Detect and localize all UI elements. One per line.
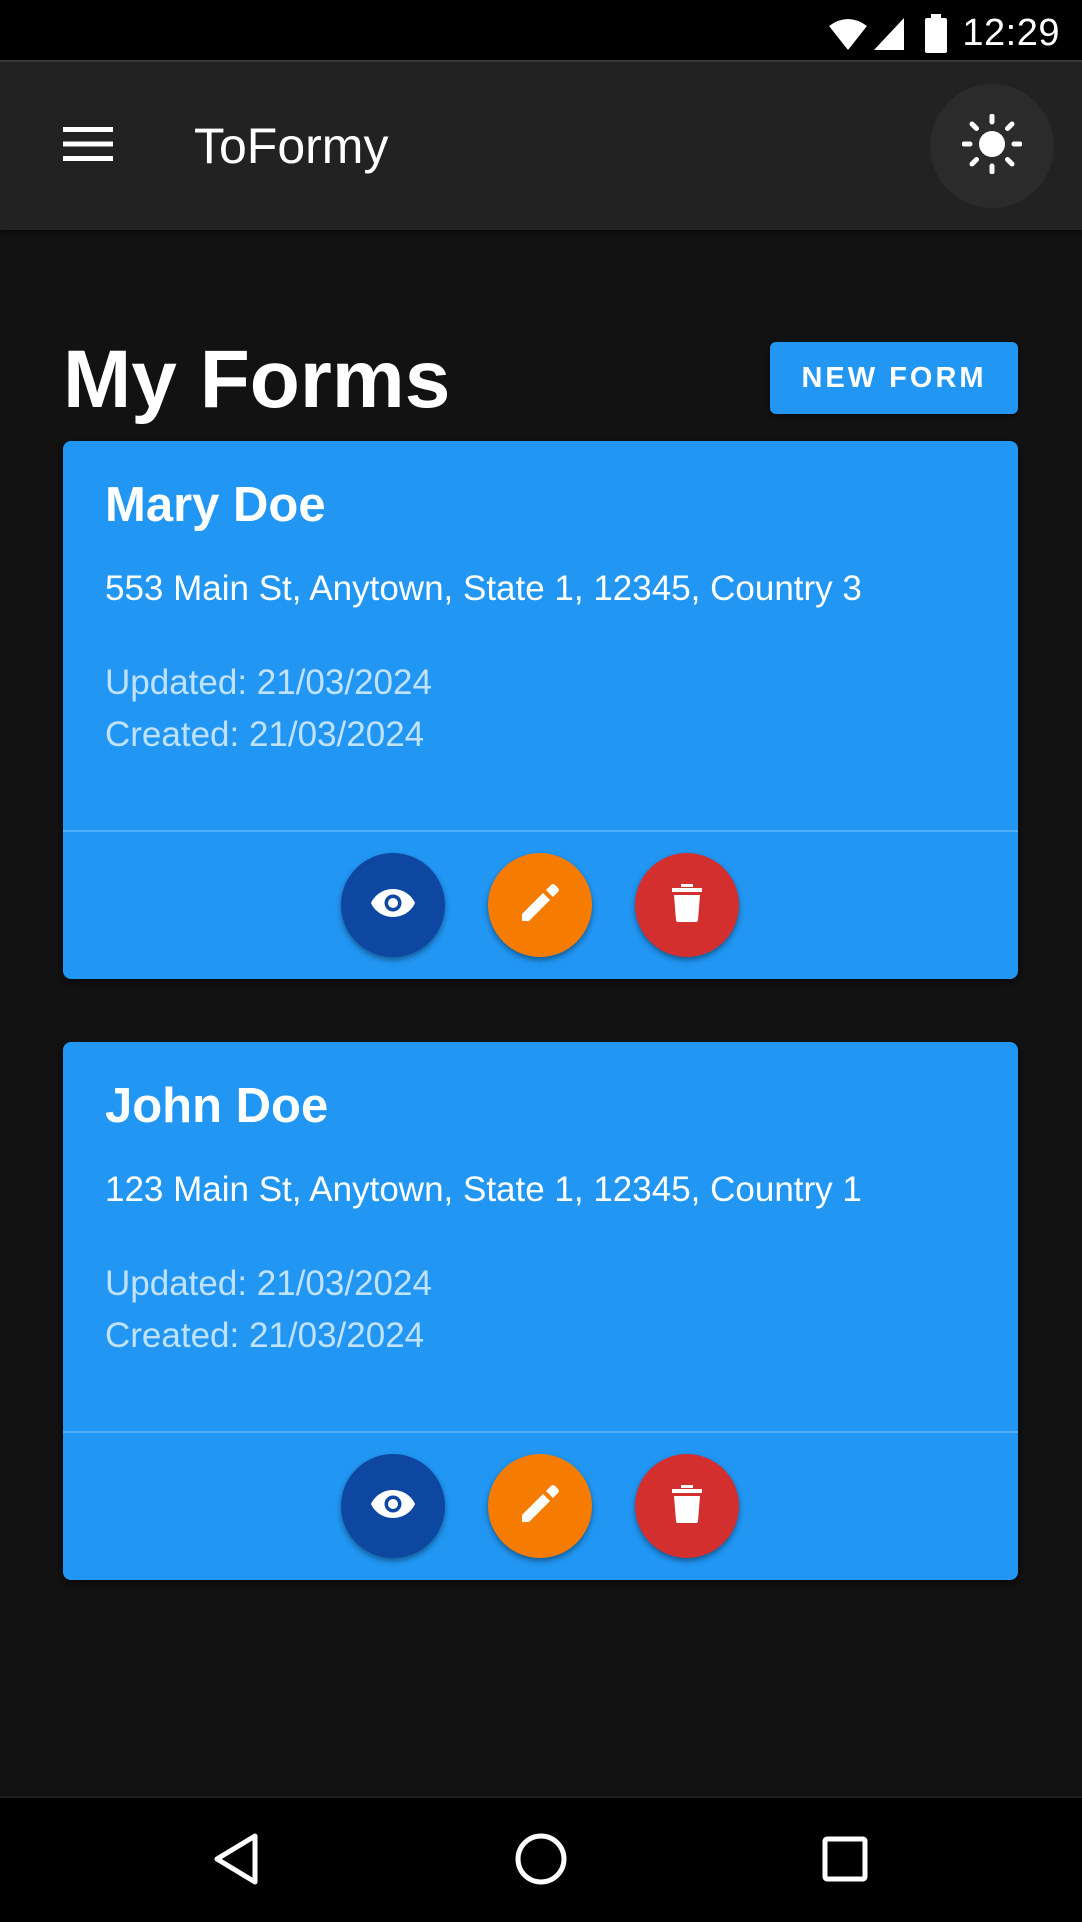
page-title: My Forms — [63, 334, 451, 425]
wifi-icon — [828, 16, 868, 52]
status-clock: 12:29 — [962, 12, 1060, 54]
form-card-updated: Updated: 21/03/2024 — [105, 663, 432, 702]
menu-button[interactable] — [48, 114, 128, 178]
form-card-actions — [63, 832, 1018, 979]
recents-button[interactable] — [810, 1828, 880, 1894]
form-card: Mary Doe 553 Main St, Anytown, State 1, … — [63, 441, 1018, 979]
form-card-name: John Doe — [105, 1079, 329, 1133]
trash-icon — [672, 883, 702, 927]
sun-icon — [961, 113, 1023, 179]
edit-button[interactable] — [488, 853, 592, 957]
form-card: John Doe 123 Main St, Anytown, State 1, … — [63, 1042, 1018, 1580]
battery-icon — [924, 13, 948, 54]
form-card-created: Created: 21/03/2024 — [105, 715, 425, 754]
delete-button[interactable] — [635, 853, 739, 957]
status-bar: 12:29 — [0, 0, 1082, 62]
view-button[interactable] — [341, 1454, 445, 1558]
form-card-address: 123 Main St, Anytown, State 1, 12345, Co… — [105, 1170, 862, 1209]
form-card-name: Mary Doe — [105, 478, 326, 532]
trash-icon — [672, 1484, 702, 1528]
pencil-icon — [520, 883, 560, 928]
new-form-button[interactable]: NEW FORM — [770, 342, 1018, 414]
pencil-icon — [520, 1484, 560, 1529]
app-bar: ToFormy — [0, 62, 1082, 230]
eye-icon — [370, 1488, 416, 1525]
recents-square-icon — [821, 1835, 869, 1888]
form-card-updated: Updated: 21/03/2024 — [105, 1264, 432, 1303]
home-button[interactable] — [506, 1828, 576, 1894]
form-card-created: Created: 21/03/2024 — [105, 1316, 425, 1355]
theme-toggle-button[interactable] — [930, 84, 1054, 208]
app-title: ToFormy — [194, 118, 389, 174]
form-card-actions — [63, 1433, 1018, 1580]
back-button[interactable] — [201, 1828, 271, 1894]
menu-icon — [63, 126, 113, 166]
edit-button[interactable] — [488, 1454, 592, 1558]
view-button[interactable] — [341, 853, 445, 957]
home-circle-icon — [514, 1832, 568, 1891]
form-card-address: 553 Main St, Anytown, State 1, 12345, Co… — [105, 569, 862, 608]
navigation-bar — [0, 1796, 1082, 1922]
delete-button[interactable] — [635, 1454, 739, 1558]
eye-icon — [370, 887, 416, 924]
status-icons: 12:29 — [828, 12, 1060, 55]
signal-icon — [872, 16, 906, 52]
back-triangle-icon — [211, 1831, 261, 1892]
